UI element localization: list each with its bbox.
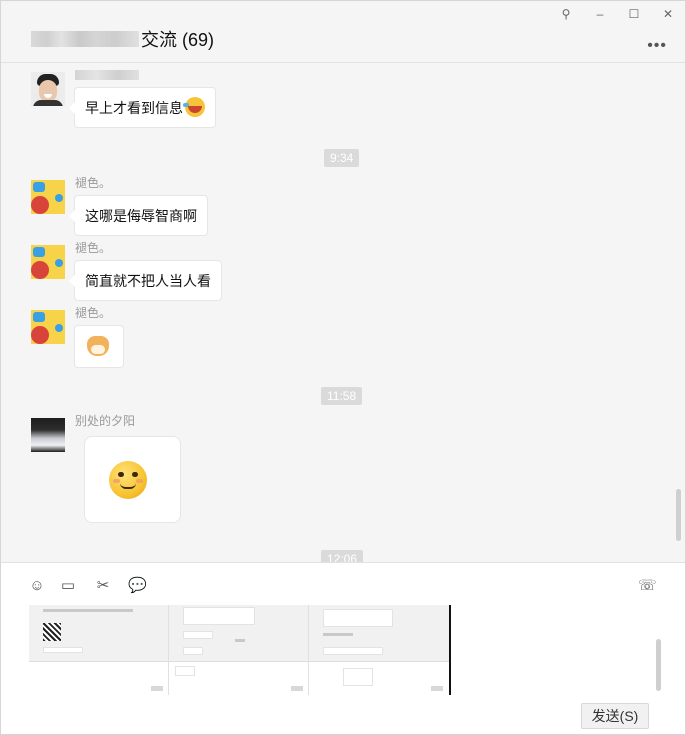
maximize-button[interactable]: ☐ [626,7,642,21]
composer-scrollbar[interactable] [656,639,661,691]
screenshot-thumbnail[interactable] [309,605,451,695]
pin-icon[interactable]: ⚲ [558,7,574,21]
timestamp: 11:58 [321,387,363,405]
more-options-button[interactable]: ••• [647,37,667,55]
laugh-crying-emoji-icon [183,97,205,117]
timestamp: 12:06 [321,550,364,562]
composer: ☺ ▭ ✂ 💬 ☏ 发送(S) [1,562,685,734]
sender-name: 褪色。 [75,176,112,190]
emoji-sticker-bubble[interactable] [84,436,181,523]
close-button[interactable]: ✕ [660,7,676,21]
sunset-avatar[interactable] [31,418,65,452]
yellow-cartoon-avatar[interactable] [31,310,65,344]
smile-emoji-icon [109,461,147,499]
message-bubble[interactable]: 简直就不把人当人看 [69,260,222,301]
message-text: 简直就不把人当人看 [85,273,211,289]
sender-name: 褪色。 [75,241,112,255]
blurred-sender-name [75,70,139,80]
message-list[interactable]: 早上才看到信息 9:34 褪色。 这哪是侮辱智商啊 褪色。 简直就不把人当人看 … [1,64,685,562]
title-bar: 交流 (69) ⚲ – ☐ ✕ ••• [1,1,685,63]
screenshot-thumbnail[interactable] [169,605,309,695]
chat-bubble-icon[interactable]: 💬 [128,577,147,595]
chat-window: 交流 (69) ⚲ – ☐ ✕ ••• 早上才看到信息 9:34 褪色。 这哪是… [0,0,686,735]
message-bubble[interactable]: 这哪是侮辱智商啊 [69,195,208,236]
message-scrollbar[interactable] [676,489,681,541]
chat-title: 交流 (69) [141,30,215,50]
send-button[interactable]: 发送(S) [581,703,649,729]
cat-sticker-icon [87,336,109,356]
folder-icon[interactable]: ▭ [59,577,77,595]
sender-name: 别处的夕阳 [75,414,136,428]
timestamp: 9:34 [324,149,360,167]
sender-name: 褪色。 [75,306,112,320]
message-bubble[interactable]: 早上才看到信息 [69,87,216,128]
screenshot-thumbnail[interactable] [29,605,169,695]
yellow-cartoon-avatar[interactable] [31,180,65,214]
yellow-cartoon-avatar[interactable] [31,245,65,279]
cat-sticker-bubble[interactable] [74,325,124,368]
video-call-icon[interactable]: ☏ [638,577,657,595]
person-avatar[interactable] [31,72,65,106]
message-text: 这哪是侮辱智商啊 [85,208,197,224]
emoji-icon[interactable]: ☺ [28,577,46,595]
blurred-group-name [31,31,139,47]
minimize-button[interactable]: – [592,7,608,21]
scissors-icon[interactable]: ✂ [92,577,114,595]
message-text: 早上才看到信息 [85,100,183,116]
attachment-preview[interactable] [29,605,451,695]
